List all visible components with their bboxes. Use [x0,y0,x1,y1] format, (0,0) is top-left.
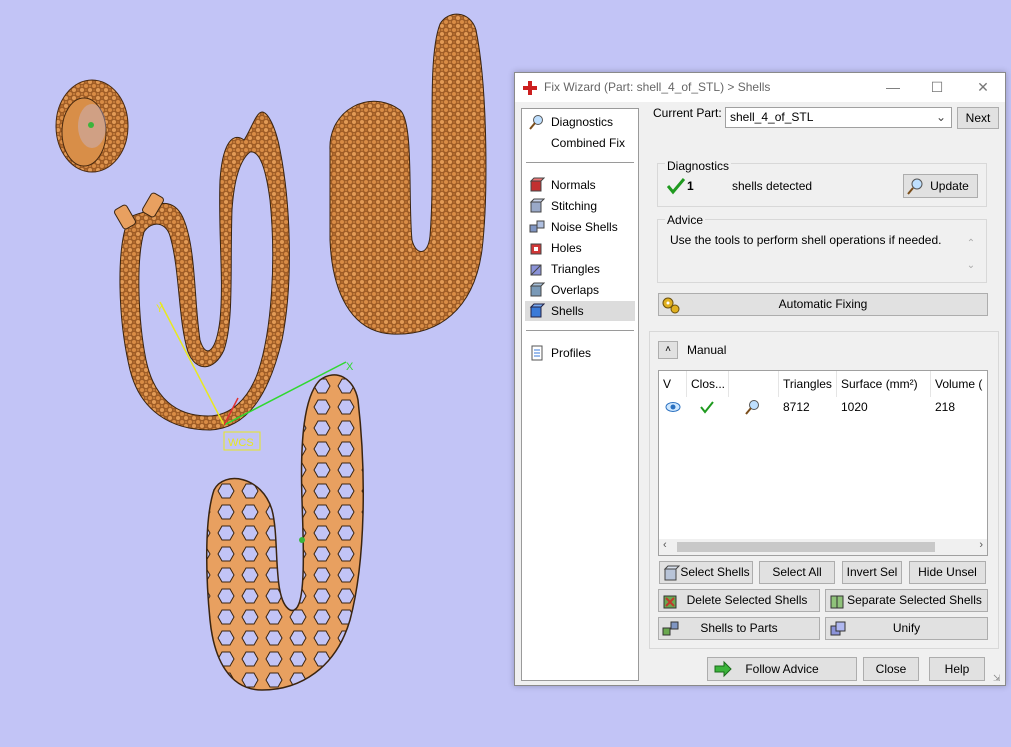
horizontal-scrollbar[interactable]: ‹ › [659,539,987,555]
close-window-button[interactable]: ✕ [961,73,1005,102]
advice-title: Advice [665,213,706,227]
select-all-button[interactable]: Select All [759,561,835,584]
u-shell[interactable] [329,13,487,335]
arrow-right-icon [714,660,732,678]
separate-selected-shells-button[interactable]: Separate Selected Shells [825,589,988,612]
shells-table[interactable]: V Clos... Triangles Surface (mm²) Volume… [658,370,988,556]
advice-text: Use the tools to perform shell operation… [670,233,942,247]
shells-to-parts-button[interactable]: Shells to Parts [658,617,820,640]
hide-unsel-button[interactable]: Hide Unsel [909,561,986,584]
diagnostics-title: Diagnostics [665,159,732,173]
y-axis-label: Y [156,303,164,315]
nav-panel: Diagnostics Combined Fix Normals Stitchi… [521,108,639,681]
triangles-icon [530,264,542,276]
minimize-button[interactable]: — [871,73,915,102]
nav-item-stitching[interactable]: Stitching [525,196,635,216]
nav-item-shells[interactable]: Shells [525,301,635,321]
x-axis-label: X [346,361,354,373]
current-part-select[interactable]: shell_4_of_STL ⌄ [725,107,952,128]
nav-item-triangles[interactable]: Triangles [525,259,635,279]
scroll-left-icon[interactable]: ‹ [663,539,667,551]
chevron-down-icon: ⌄ [935,110,946,124]
nav-item-combined-fix[interactable]: Combined Fix [525,133,635,153]
delete-shell-icon [663,595,677,609]
nav-item-holes[interactable]: Holes [525,238,635,258]
document-icon [531,345,543,361]
column-header[interactable]: Surface (mm²) [837,371,931,397]
unify-button[interactable]: Unify [825,617,988,640]
column-header[interactable]: Triangles [779,371,837,397]
checkmark-icon [667,178,685,195]
diagnostics-text: shells detected [732,179,813,193]
scrollbar-thumb[interactable] [677,542,935,552]
surface-value: 1020 [841,400,868,414]
nav-item-profiles[interactable]: Profiles [525,343,635,363]
holes-icon [530,243,542,255]
help-button[interactable]: Help [929,657,985,681]
wcs-label: WCS [228,437,254,449]
column-header[interactable]: Clos... [687,371,729,397]
advice-scrollbar[interactable]: ⌃ ⌄ [965,233,977,277]
noise-shells-icon [529,220,545,233]
separate-shell-icon [830,595,844,609]
eye-icon[interactable] [665,401,681,413]
column-header[interactable]: V [659,371,687,397]
shells-to-parts-icon [662,621,679,636]
ring-part[interactable] [55,79,129,173]
resize-grip[interactable]: ⇲ [993,673,1003,683]
current-part-label: Current Part: [653,106,722,120]
nav-item-noise-shells[interactable]: Noise Shells [525,217,635,237]
zoom-to-shell-icon[interactable] [745,399,761,415]
close-button[interactable]: Close [863,657,919,681]
window-title: Fix Wizard (Part: shell_4_of_STL) > Shel… [544,80,771,94]
manual-title: Manual [687,343,727,357]
checkmark-icon [700,401,714,414]
title-bar[interactable]: Fix Wizard (Part: shell_4_of_STL) > Shel… [515,73,1005,102]
next-button[interactable]: Next [957,107,999,129]
unify-icon [830,621,846,636]
triangles-value: 8712 [783,400,810,414]
fix-wizard-dialog: Fix Wizard (Part: shell_4_of_STL) > Shel… [514,72,1006,686]
stitching-icon [529,198,545,213]
volume-value: 218 [935,400,956,414]
overlaps-icon [529,282,545,297]
shells-icon [529,303,545,318]
column-header[interactable] [729,371,779,397]
collapse-button[interactable]: ˄ [658,341,678,359]
select-shells-icon [663,565,681,581]
nav-item-diagnostics[interactable]: Diagnostics [525,112,635,132]
nav-item-normals[interactable]: Normals [525,175,635,195]
automatic-fixing-button[interactable]: Automatic Fixing [658,293,988,316]
follow-advice-button[interactable]: Follow Advice [707,657,857,681]
maximize-button[interactable]: ☐ [915,73,959,102]
select-shells-button[interactable]: Select Shells [659,561,753,584]
invert-sel-button[interactable]: Invert Sel [842,561,902,584]
gears-icon [662,297,680,314]
advice-group [657,219,987,283]
update-button[interactable]: Update [903,174,978,198]
pendant-shell[interactable] [119,111,290,431]
diagnostics-count: 1 [687,179,694,193]
column-header[interactable]: Volume ( [931,371,987,397]
red-cross-icon [523,81,537,95]
nav-item-overlaps[interactable]: Overlaps [525,280,635,300]
magnifier-icon [529,115,543,130]
delete-selected-shells-button[interactable]: Delete Selected Shells [658,589,820,612]
magnifier-icon [907,178,923,195]
normals-cube-icon [529,177,545,192]
scroll-right-icon[interactable]: › [979,539,983,551]
